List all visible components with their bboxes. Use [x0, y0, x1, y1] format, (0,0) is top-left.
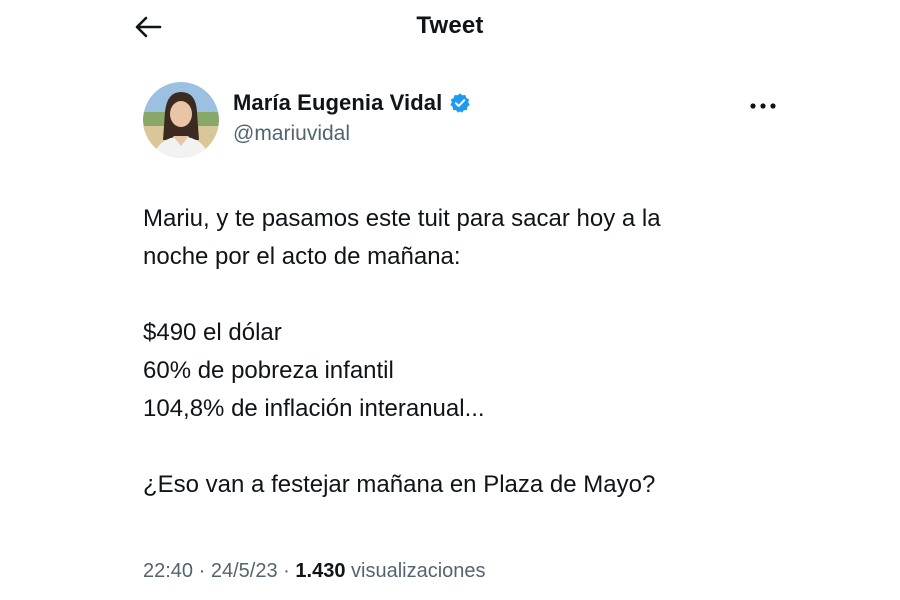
tweet-text-line: 104,8% de inflación interanual...: [143, 395, 485, 422]
avatar[interactable]: [143, 82, 219, 158]
views-label[interactable]: visualizaciones: [351, 560, 486, 582]
top-bar: Tweet: [0, 0, 900, 56]
tweet-text-line: $490 el dólar: [143, 319, 282, 346]
meta-separator: ·: [198, 560, 206, 582]
tweet-text-line: Mariu, y te pasamos este tuit para sacar…: [143, 205, 661, 232]
views-count[interactable]: 1.430: [295, 560, 345, 582]
tweet-text-line: ¿Eso van a festejar mañana en Plaza de M…: [143, 471, 656, 498]
tweet-text: Mariu, y te pasamos este tuit para sacar…: [143, 200, 803, 504]
tweet-text-blank-line: [143, 428, 803, 466]
avatar-photo: [143, 82, 219, 158]
tweet-text-line: noche por el acto de mañana:: [143, 243, 461, 270]
tweet-text-line: 60% de pobreza infantil: [143, 357, 394, 384]
tweet-page: Tweet María Eugenia Vidal @mariuvidal Ma…: [0, 0, 900, 600]
tweet-time[interactable]: 22:40: [143, 560, 193, 582]
name-block: María Eugenia Vidal @mariuvidal: [233, 90, 471, 146]
more-options-button[interactable]: [745, 94, 781, 118]
meta-separator: ·: [283, 560, 290, 582]
page-title: Tweet: [416, 12, 484, 39]
tweet-author: María Eugenia Vidal @mariuvidal: [143, 82, 783, 162]
tweet-text-blank-line: [143, 276, 803, 314]
display-name-link[interactable]: María Eugenia Vidal: [233, 90, 471, 116]
more-horizontal-icon: [750, 103, 776, 109]
tweet-date[interactable]: 24/5/23: [211, 560, 278, 582]
display-name: María Eugenia Vidal: [233, 90, 443, 115]
verified-badge-icon: [450, 93, 470, 113]
user-handle[interactable]: @mariuvidal: [233, 122, 471, 146]
tweet-metadata: 22:40 · 24/5/23 · 1.430 visualizaciones: [143, 560, 486, 583]
